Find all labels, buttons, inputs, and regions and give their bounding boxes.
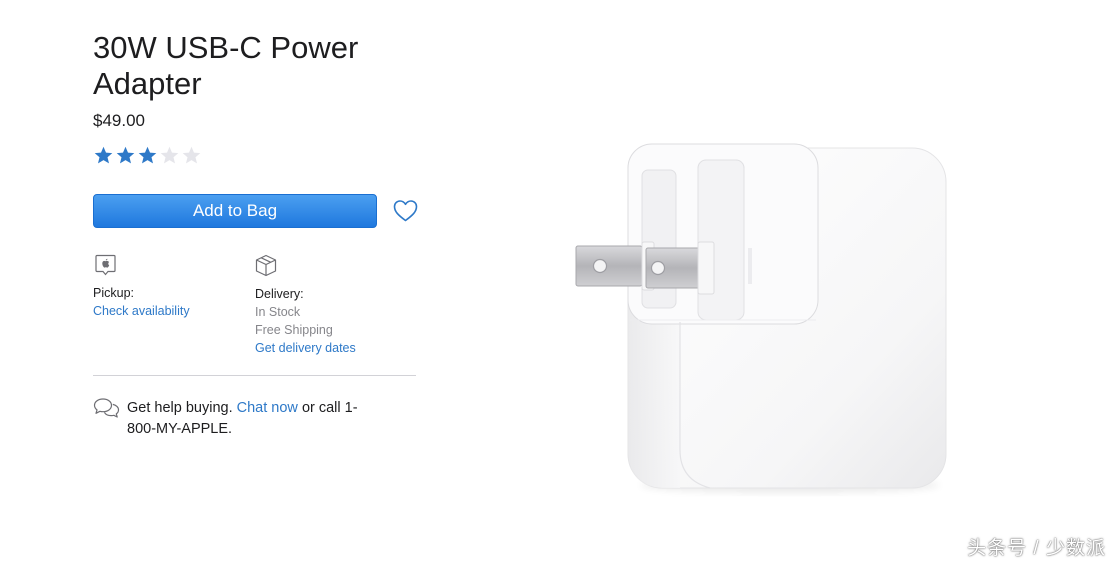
heart-icon[interactable]	[392, 198, 419, 223]
help-text: Get help buying. Chat now or call 1-800-…	[127, 398, 367, 440]
chat-bubbles-icon	[93, 398, 120, 418]
delivery-shipping: Free Shipping	[255, 323, 333, 337]
box-icon	[255, 254, 277, 277]
star-filled-icon	[116, 146, 135, 164]
check-availability-link[interactable]: Check availability	[93, 304, 190, 318]
product-price: $49.00	[93, 111, 145, 130]
get-delivery-dates-link[interactable]: Get delivery dates	[255, 341, 356, 355]
power-adapter-image	[575, 143, 947, 493]
help-middle: or call	[301, 400, 341, 416]
pickup-label: Pickup:	[93, 286, 134, 300]
product-page: 30W USB-C Power Adapter $49.00 Add to Ba…	[0, 0, 1120, 565]
product-title: 30W USB-C Power Adapter	[93, 30, 359, 101]
delivery-status: In Stock	[255, 305, 301, 319]
help-prefix: Get help buying.	[127, 400, 233, 416]
delivery-label: Delivery:	[255, 287, 304, 301]
star-filled-icon	[94, 146, 113, 164]
divider	[93, 375, 416, 376]
chat-now-link[interactable]: Chat now	[237, 400, 298, 416]
star-filled-icon	[138, 146, 157, 164]
star-rating	[93, 145, 202, 166]
watermark: 头条号 / 少数派	[967, 538, 1106, 559]
add-to-bag-button[interactable]: Add to Bag	[93, 194, 377, 228]
apple-store-icon	[95, 254, 116, 276]
star-empty-icon	[182, 146, 201, 164]
star-empty-icon	[160, 146, 179, 164]
